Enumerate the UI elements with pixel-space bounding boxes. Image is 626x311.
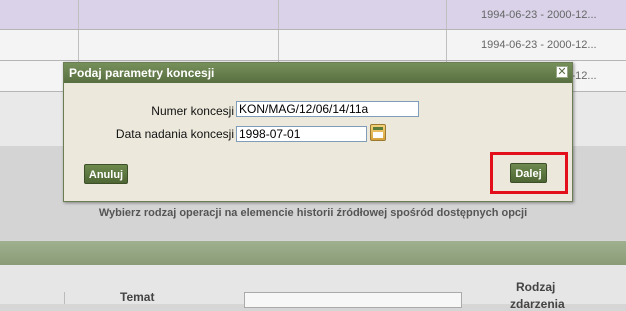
numer-koncesji-input[interactable]: KON/MAG/12/06/14/11a xyxy=(236,101,419,117)
temat-input[interactable] xyxy=(244,292,462,308)
period-cell: 1994-06-23 - 2000-12... xyxy=(481,9,597,21)
numer-koncesji-label: Numer koncesji xyxy=(151,104,234,118)
column-header-rodzaj-cont: zdarzenia xyxy=(510,297,565,311)
cancel-button[interactable]: Anuluj xyxy=(84,164,128,184)
data-nadania-input[interactable]: 1998-07-01 xyxy=(236,126,367,142)
close-icon[interactable]: ✕ xyxy=(556,66,568,78)
table-row[interactable]: 1994-06-23 - 2000-12... xyxy=(0,0,626,30)
highlight-box xyxy=(490,152,568,194)
calendar-icon[interactable] xyxy=(370,124,386,141)
column-header-rodzaj: Rodzaj xyxy=(516,280,556,294)
table-row[interactable]: 1994-06-23 - 2000-12... xyxy=(0,30,626,61)
instruction-text: Wybierz rodzaj operacji na elemencie his… xyxy=(98,207,528,219)
dialog-title: Podaj parametry koncesji xyxy=(64,63,572,83)
section-header-bar xyxy=(0,241,626,265)
column-divider xyxy=(64,292,65,304)
period-cell: 1994-06-23 - 2000-12... xyxy=(481,39,597,51)
column-header-temat: Temat xyxy=(120,290,155,304)
data-nadania-label: Data nadania koncesji xyxy=(115,127,234,141)
